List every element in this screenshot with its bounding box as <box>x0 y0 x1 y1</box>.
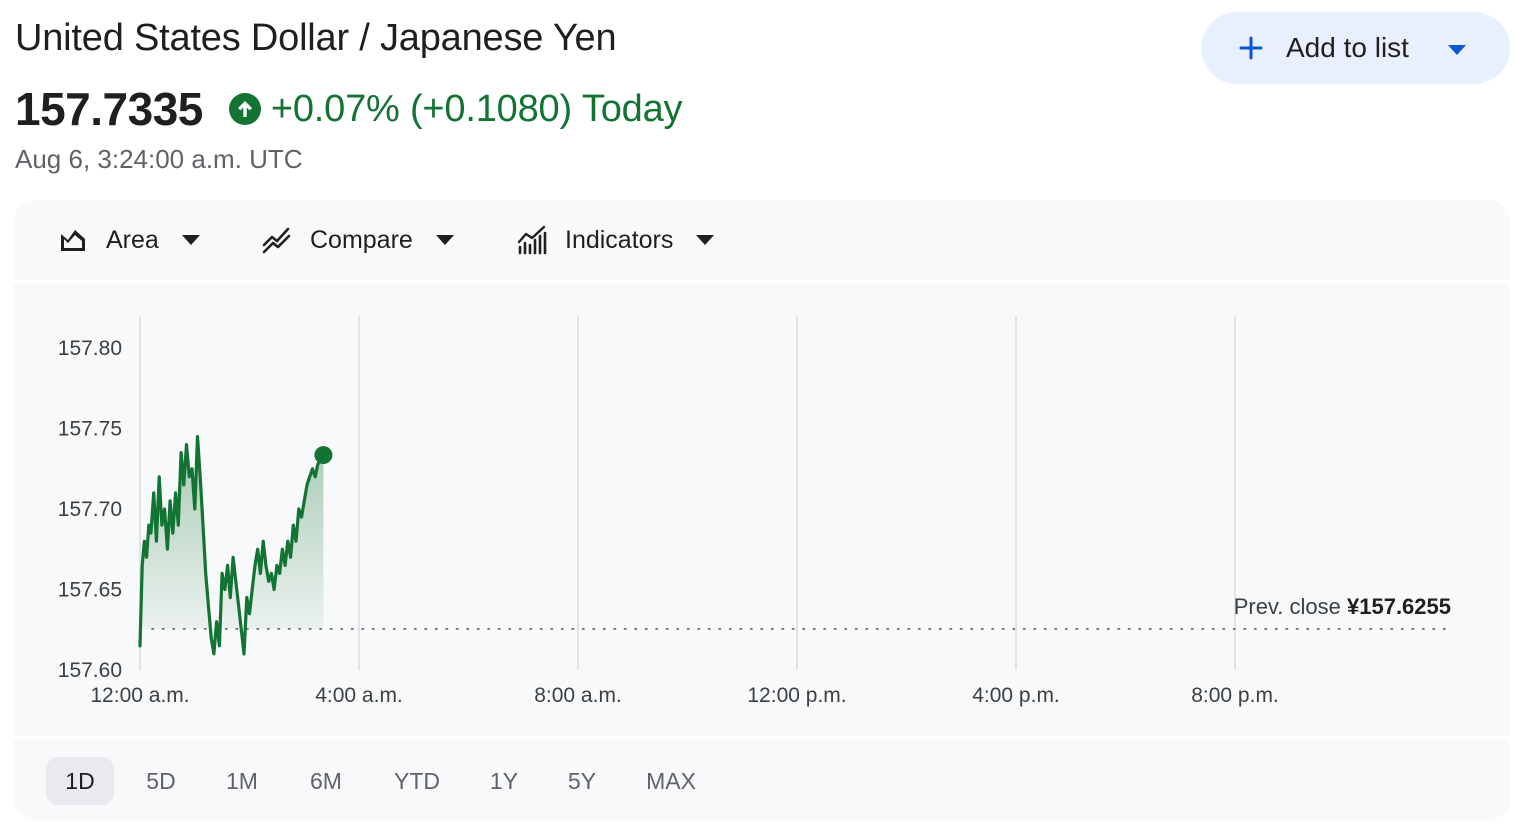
chart-panel <box>14 284 1510 736</box>
time-range-bar: 1D 5D 1M 6M YTD 1Y 5Y MAX <box>14 740 1510 820</box>
chevron-down-icon <box>435 235 454 245</box>
compare-label: Compare <box>310 225 413 254</box>
indicators-dropdown[interactable]: Indicators <box>517 200 715 280</box>
add-to-list-button[interactable]: Add to list <box>1201 12 1510 84</box>
area-chart-icon <box>61 230 85 251</box>
range-5y[interactable]: 5Y <box>552 757 612 805</box>
change-value: +0.07% (+0.1080) <box>270 87 572 130</box>
chevron-down-icon[interactable] <box>1447 44 1467 56</box>
plus-icon <box>1239 36 1263 60</box>
range-ytd[interactable]: YTD <box>381 757 453 805</box>
compare-icon <box>262 227 291 254</box>
current-price: 157.7335 <box>15 83 203 135</box>
price-row: 157.7335 +0.07% (+0.1080) Today <box>15 80 683 138</box>
indicators-icon <box>517 225 547 255</box>
chevron-down-icon <box>181 235 200 245</box>
price-change: +0.07% (+0.1080) Today <box>270 87 683 131</box>
arrow-up-circle-icon <box>228 93 261 125</box>
page-title: United States Dollar / Japanese Yen <box>15 17 617 59</box>
add-to-list-label: Add to list <box>1286 32 1409 63</box>
chart-toolbar: Area Compare Indicators <box>14 200 1510 280</box>
range-1y[interactable]: 1Y <box>474 757 534 805</box>
range-6m[interactable]: 6M <box>296 757 356 805</box>
quote-timestamp: Aug 6, 3:24:00 a.m. UTC <box>15 144 303 174</box>
chevron-down-icon <box>696 235 715 245</box>
range-1m[interactable]: 1M <box>212 757 272 805</box>
chart-type-label: Area <box>106 225 159 254</box>
change-period: Today <box>581 87 683 130</box>
range-max[interactable]: MAX <box>634 757 708 805</box>
compare-dropdown[interactable]: Compare <box>262 200 455 280</box>
range-1d[interactable]: 1D <box>46 757 114 805</box>
indicators-label: Indicators <box>565 225 674 254</box>
chart-type-dropdown[interactable]: Area <box>58 200 201 280</box>
range-5d[interactable]: 5D <box>131 757 191 805</box>
